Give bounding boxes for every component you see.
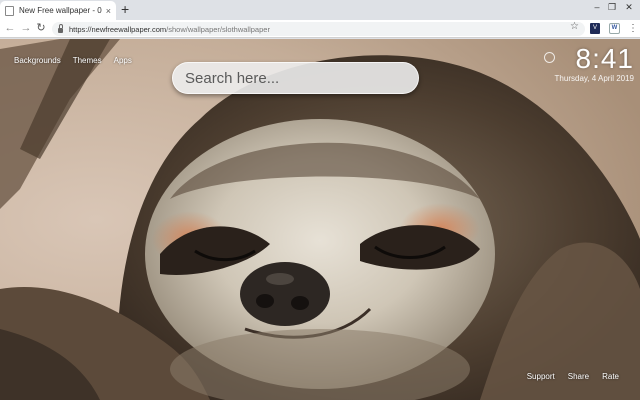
browser-tab[interactable]: New Free wallpaper - 02042019: ×: [0, 1, 116, 20]
footer-links: Support Share Rate: [527, 372, 619, 381]
new-tab-button[interactable]: +: [121, 2, 129, 17]
url-text: https://newfreewallpaper.com/show/wallpa…: [69, 25, 270, 34]
footer-rate-link[interactable]: Rate: [602, 372, 619, 381]
url-path: /show/wallpaper/slothwallpaper: [166, 24, 270, 34]
nav-apps[interactable]: Apps: [114, 56, 132, 65]
back-arrow-icon[interactable]: ←: [4, 22, 16, 35]
nav-backgrounds[interactable]: Backgrounds: [14, 56, 61, 65]
page-favicon-icon: [5, 5, 14, 16]
search-input[interactable]: [173, 63, 418, 93]
footer-support-link[interactable]: Support: [527, 372, 555, 381]
search-box[interactable]: [172, 62, 419, 94]
forward-arrow-icon[interactable]: →: [20, 22, 32, 35]
lock-icon: [58, 24, 63, 33]
browser-menu-icon[interactable]: ⋮: [628, 22, 638, 35]
new-tab-page: Backgrounds Themes Apps 8:41 Thursday, 4…: [0, 39, 640, 400]
url-host: https://newfreewallpaper.com: [69, 24, 167, 34]
extension-v-icon[interactable]: V: [590, 23, 600, 34]
minimize-button[interactable]: –: [590, 2, 604, 12]
tab-close-icon[interactable]: ×: [106, 6, 111, 16]
tab-title: New Free wallpaper - 02042019:: [19, 6, 102, 15]
reload-icon[interactable]: ↻: [35, 22, 47, 35]
top-nav: Backgrounds Themes Apps: [14, 56, 132, 65]
restore-button[interactable]: ❐: [605, 2, 619, 13]
browser-toolbar: ← → ↻ https://newfreewallpaper.com/show/…: [0, 20, 640, 38]
clock-time: 8:41: [575, 43, 634, 74]
weather-icon: [544, 52, 555, 63]
tab-strip: New Free wallpaper - 02042019: × + – ❐ ✕: [0, 0, 640, 20]
bookmark-star-icon[interactable]: ☆: [570, 21, 579, 32]
clock-date: Thursday, 4 April 2019: [554, 74, 634, 83]
footer-share-link[interactable]: Share: [568, 372, 589, 381]
nav-themes[interactable]: Themes: [73, 56, 102, 65]
address-bar[interactable]: https://newfreewallpaper.com/show/wallpa…: [52, 22, 585, 36]
extension-icon[interactable]: W: [609, 23, 620, 34]
clock: 8:41 Thursday, 4 April 2019: [554, 43, 634, 84]
close-window-button[interactable]: ✕: [622, 2, 636, 13]
